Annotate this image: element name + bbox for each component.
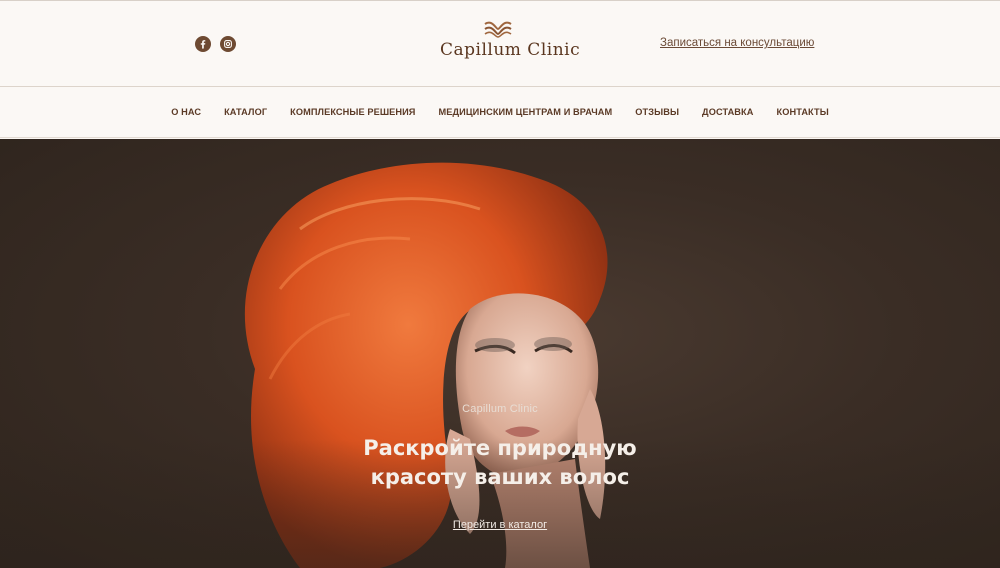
nav-item-reviews[interactable]: ОТЗЫВЫ <box>635 107 679 117</box>
nav-item-catalog[interactable]: КАТАЛОГ <box>224 107 267 117</box>
instagram-icon[interactable] <box>220 36 236 52</box>
social-links <box>195 36 236 52</box>
hero-title: Раскройте природную красоту ваших волос <box>363 436 637 489</box>
nav-item-contacts[interactable]: КОНТАКТЫ <box>777 107 829 117</box>
nav-item-complex-solutions[interactable]: КОМПЛЕКСНЫЕ РЕШЕНИЯ <box>290 107 415 117</box>
logo-mark-icon <box>484 21 512 38</box>
hero-banner: Capillum Clinic Раскройте природную крас… <box>0 139 1000 568</box>
facebook-icon[interactable] <box>195 36 211 52</box>
consultation-link[interactable]: Записаться на консультацию <box>660 37 814 49</box>
go-to-catalog-link[interactable]: Перейти в каталог <box>453 519 547 531</box>
site-header: Capillum Clinic Записаться на консультац… <box>0 0 1000 87</box>
nav-item-medical-centers[interactable]: МЕДИЦИНСКИМ ЦЕНТРАМ И ВРАЧАМ <box>439 107 613 117</box>
main-nav: О НАС КАТАЛОГ КОМПЛЕКСНЫЕ РЕШЕНИЯ МЕДИЦИ… <box>0 87 1000 138</box>
hero-caption: Capillum Clinic Раскройте природную крас… <box>0 403 1000 533</box>
nav-item-about[interactable]: О НАС <box>171 107 201 117</box>
nav-item-delivery[interactable]: ДОСТАВКА <box>702 107 753 117</box>
site-logo[interactable]: Capillum Clinic <box>440 20 581 70</box>
hero-brand: Capillum Clinic <box>462 403 538 415</box>
logo-text: Capillum Clinic <box>440 40 581 60</box>
